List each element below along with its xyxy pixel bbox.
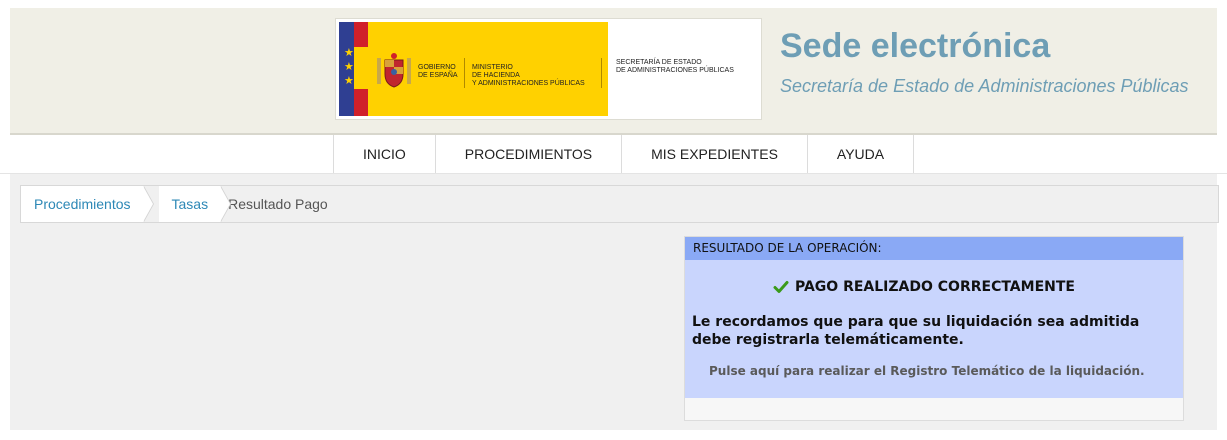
government-banner: GOBIERNO DE ESPAÑA MINISTERIO DE HACIEND… xyxy=(368,22,608,116)
result-body: PAGO REALIZADO CORRECTAMENTE Le recordam… xyxy=(685,260,1183,398)
breadcrumb-tasas[interactable]: Tasas xyxy=(158,186,231,222)
star-icon: ★ xyxy=(344,47,354,59)
success-message: PAGO REALIZADO CORRECTAMENTE xyxy=(773,279,1075,295)
logo-divider xyxy=(464,58,465,88)
site-subtitle: Secretaría de Estado de Administraciones… xyxy=(780,76,1189,96)
checkmark-icon xyxy=(773,281,789,293)
star-icon: ★ xyxy=(344,75,354,87)
government-logo[interactable]: ★ ★ ★ GOBIERNO DE ESPAÑA MINISTERIO DE H… xyxy=(335,18,762,120)
reminder-text: Le recordamos que para que su liquidació… xyxy=(692,314,1140,348)
breadcrumb-procedimientos[interactable]: Procedimientos xyxy=(21,186,153,222)
result-header: RESULTADO DE LA OPERACIÓN: xyxy=(685,237,1183,260)
star-icon: ★ xyxy=(344,61,354,73)
coat-of-arms-icon xyxy=(377,53,411,88)
eu-flag-stripe: ★ ★ ★ xyxy=(339,22,354,116)
registro-telematico-link[interactable]: Pulse aquí para realizar el Registro Tel… xyxy=(709,364,1145,378)
main-nav: INICIO PROCEDIMIENTOS MIS EXPEDIENTES AY… xyxy=(333,135,915,173)
status-text: PAGO REALIZADO CORRECTAMENTE xyxy=(795,279,1075,295)
nav-item-mis-expedientes[interactable]: MIS EXPEDIENTES xyxy=(622,135,808,173)
breadcrumb: Procedimientos Tasas Resultado Pago xyxy=(20,185,1219,223)
nav-item-procedimientos[interactable]: PROCEDIMIENTOS xyxy=(436,135,623,173)
result-panel: RESULTADO DE LA OPERACIÓN: PAGO REALIZAD… xyxy=(684,236,1184,421)
nav-item-ayuda[interactable]: AYUDA xyxy=(808,135,915,173)
nav-item-inicio[interactable]: INICIO xyxy=(333,135,436,173)
ministerio-text: MINISTERIO DE HACIENDA Y ADMINISTRACIONE… xyxy=(472,64,585,87)
secretaria-text: SECRETARÍA DE ESTADO DE ADMINISTRACIONES… xyxy=(616,59,734,74)
logo-divider xyxy=(601,58,602,88)
gobierno-text: GOBIERNO DE ESPAÑA xyxy=(418,64,458,79)
spain-flag-yellow xyxy=(354,47,368,89)
breadcrumb-current: Resultado Pago xyxy=(228,196,328,212)
site-title: Sede electrónica xyxy=(780,27,1051,65)
